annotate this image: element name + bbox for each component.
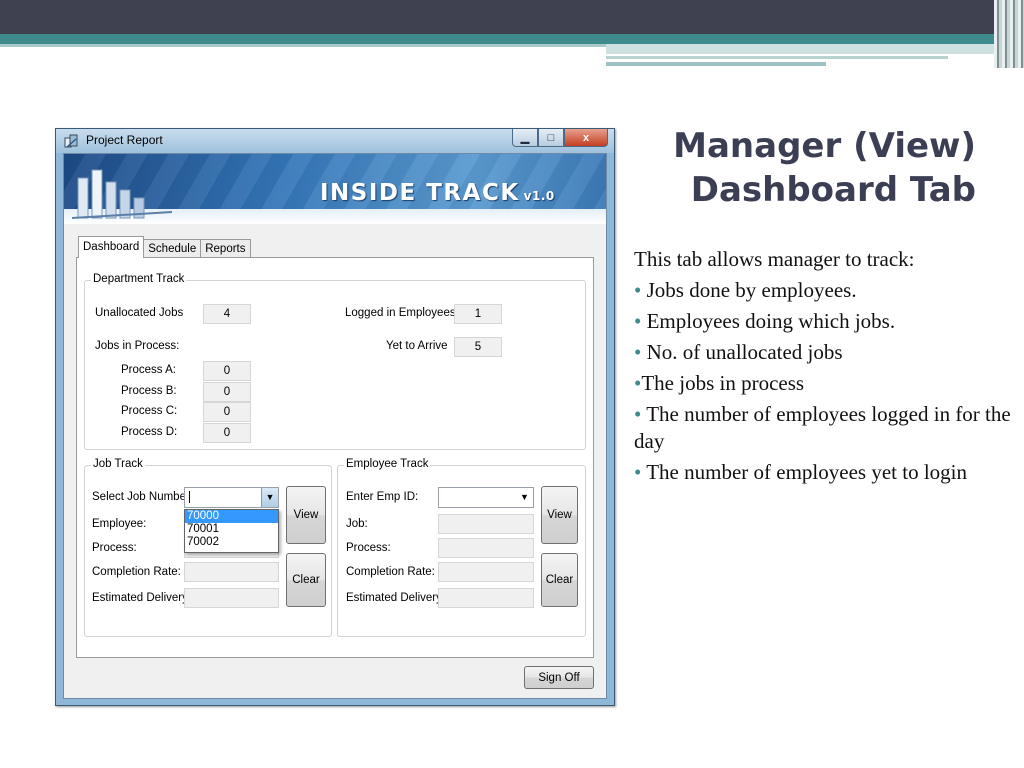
chevron-down-icon[interactable]: ▼ — [261, 488, 278, 507]
bullet-text: Employees doing which jobs. — [641, 309, 896, 333]
slide-title-line: Manager (View) — [673, 126, 976, 166]
emp-process-label: Process: — [346, 542, 391, 554]
process-a-value: 0 — [203, 361, 251, 381]
process-a-label: Process A: — [121, 364, 176, 376]
job-number-select[interactable]: ▼ — [184, 487, 279, 508]
process-c-value: 0 — [203, 402, 251, 422]
employee-track-group: Employee Track Enter Emp ID: ▼ Job: Proc… — [337, 458, 586, 637]
emp-process-field — [438, 538, 534, 558]
app-window: Project Report ▁ □ x INSIDE TRACK v1.0 Da… — [55, 128, 615, 706]
bullet-text: The number of employees yet to login — [641, 460, 967, 484]
banner-version: v1.0 — [523, 189, 555, 203]
unallocated-jobs-label: Unallocated Jobs — [95, 307, 184, 319]
bullet-text: No. of unallocated jobs — [641, 340, 843, 364]
slide-title: Manager (View) Dashboard Tab — [640, 124, 976, 212]
tab-schedule[interactable]: Schedule — [143, 239, 202, 258]
process-b-value: 0 — [203, 382, 251, 402]
bullet-text: The jobs in process — [641, 371, 805, 395]
maximize-icon: □ — [547, 131, 555, 144]
emp-completion-rate-label: Completion Rate: — [346, 566, 435, 578]
unallocated-jobs-value: 4 — [203, 304, 251, 324]
slide-body: This tab allows manager to track: • Jobs… — [634, 246, 1018, 490]
chevron-down-icon[interactable]: ▼ — [516, 488, 533, 507]
emp-estimated-delivery-label: Estimated Delivery: — [346, 592, 446, 604]
bullet-item: • The number of employees yet to login — [634, 459, 1018, 486]
process-d-label: Process D: — [121, 426, 178, 438]
completion-rate-label: Completion Rate: — [92, 566, 181, 578]
banner-title: INSIDE TRACK v1.0 — [320, 180, 555, 206]
close-icon: x — [582, 131, 590, 144]
dropdown-option[interactable]: 70002 — [185, 536, 278, 549]
bullet-text: Jobs done by employees. — [641, 278, 857, 302]
bar-chart-logo-icon — [72, 169, 172, 219]
process-label: Process: — [92, 542, 137, 554]
logged-in-employees-value: 1 — [454, 304, 502, 324]
job-view-button[interactable]: View — [286, 486, 326, 544]
job-number-dropdown: 70000 70001 70002 — [184, 509, 279, 553]
estimated-delivery-field — [184, 588, 279, 608]
emp-id-label: Enter Emp ID: — [346, 491, 419, 503]
slide-top-bar — [0, 0, 1024, 34]
emp-completion-rate-field — [438, 562, 534, 582]
process-d-value: 0 — [203, 423, 251, 443]
emp-id-select[interactable]: ▼ — [438, 487, 534, 508]
group-label: Employee Track — [344, 458, 431, 470]
group-label: Job Track — [91, 458, 145, 470]
bullet-text: The number of employees logged in for th… — [634, 402, 1011, 453]
completion-rate-field — [184, 562, 279, 582]
minimize-icon: ▁ — [520, 132, 530, 144]
emp-view-button[interactable]: View — [541, 486, 578, 544]
emp-clear-button[interactable]: Clear — [541, 553, 578, 607]
department-track-group: Department Track Unallocated Jobs 4 Logg… — [84, 273, 586, 450]
app-banner: INSIDE TRACK v1.0 — [64, 154, 606, 224]
job-clear-button[interactable]: Clear — [286, 553, 326, 607]
slide-title-line: Dashboard Tab — [690, 170, 976, 210]
group-label: Department Track — [91, 273, 187, 285]
job-track-group: Job Track Select Job Number ▼ Employee: … — [84, 458, 332, 637]
slide-accent-bar — [606, 44, 1024, 54]
bullet-item: • Employees doing which jobs. — [634, 308, 1018, 335]
employee-label: Employee: — [92, 518, 147, 530]
window-controls: ▁ □ x — [512, 129, 608, 147]
minimize-button[interactable]: ▁ — [512, 129, 538, 147]
job-label: Job: — [346, 518, 368, 530]
window-client-area: INSIDE TRACK v1.0 Dashboard Schedule Repo… — [63, 153, 607, 699]
slide-corner-stripes — [994, 0, 1024, 68]
dropdown-option[interactable]: 70001 — [185, 523, 278, 536]
bullet-item: • The number of employees logged in for … — [634, 401, 1018, 455]
logged-in-employees-label: Logged in Employees — [345, 307, 456, 319]
bullet-item: • No. of unallocated jobs — [634, 339, 1018, 366]
yet-to-arrive-label: Yet to Arrive — [386, 340, 448, 352]
slide-intro: This tab allows manager to track: — [634, 247, 915, 271]
jobs-in-process-label: Jobs in Process: — [95, 340, 180, 352]
slide-accent-line — [606, 56, 948, 59]
process-c-label: Process C: — [121, 405, 178, 417]
slide-teal-band — [0, 34, 1024, 44]
job-field — [438, 514, 534, 534]
yet-to-arrive-value: 5 — [454, 337, 502, 357]
tab-dashboard[interactable]: Dashboard — [78, 236, 145, 258]
emp-estimated-delivery-field — [438, 588, 534, 608]
tab-strip: Dashboard Schedule Reports — [78, 236, 251, 258]
process-b-label: Process B: — [121, 385, 177, 397]
bullet-item: • Jobs done by employees. — [634, 277, 1018, 304]
sign-off-button[interactable]: Sign Off — [524, 666, 594, 689]
estimated-delivery-label: Estimated Delivery: — [92, 592, 192, 604]
bullet-item: •The jobs in process — [634, 370, 1018, 397]
close-button[interactable]: x — [564, 129, 608, 147]
select-job-number-label: Select Job Number — [92, 491, 190, 503]
app-icon — [64, 134, 78, 148]
slide-accent-line — [606, 62, 826, 66]
text-caret — [189, 490, 190, 503]
maximize-button[interactable]: □ — [538, 129, 564, 147]
dashboard-panel: Department Track Unallocated Jobs 4 Logg… — [76, 257, 594, 658]
window-titlebar[interactable]: Project Report ▁ □ x — [56, 129, 614, 153]
dropdown-option[interactable]: 70000 — [185, 510, 278, 523]
banner-title-text: INSIDE TRACK — [320, 180, 520, 206]
tab-reports[interactable]: Reports — [200, 239, 251, 258]
window-title: Project Report — [86, 133, 163, 147]
